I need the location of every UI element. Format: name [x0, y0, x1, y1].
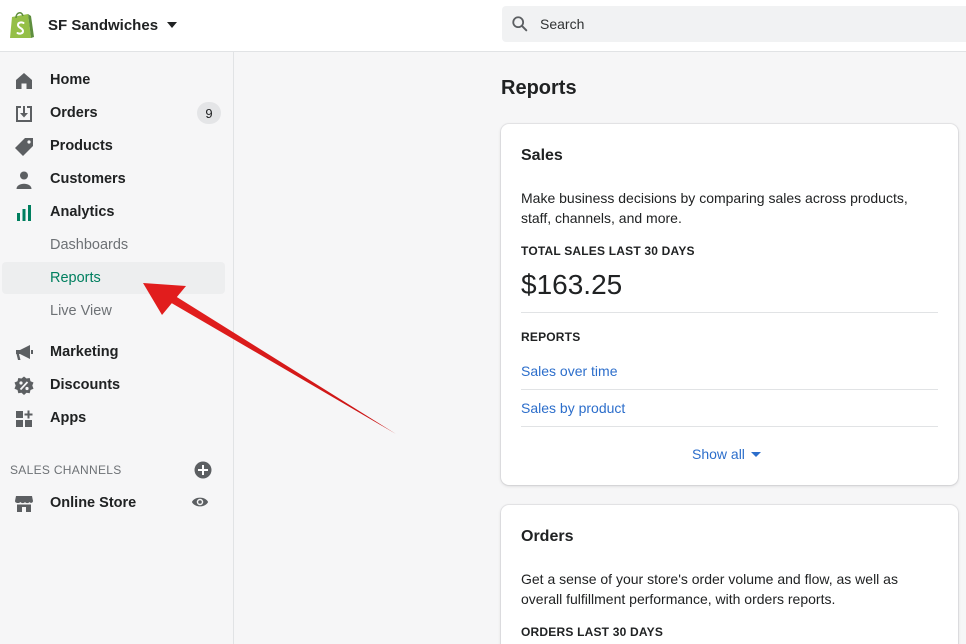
sidebar-item-marketing[interactable]: Marketing [2, 336, 225, 368]
card-description: Get a sense of your store's order volume… [521, 571, 898, 607]
orders-icon [14, 104, 34, 124]
store-icon [14, 494, 34, 514]
sidebar-item-label: Discounts [50, 377, 121, 393]
person-icon [14, 170, 34, 190]
sidebar-item-label: Online Store [50, 495, 137, 511]
sidebar-item-discounts[interactable]: Discounts [2, 369, 225, 401]
top-bar: SF Sandwiches [0, 0, 966, 52]
add-sales-channel-icon[interactable] [194, 461, 212, 479]
orders-count-badge: 9 [197, 102, 221, 124]
search-input[interactable] [538, 15, 938, 33]
divider [521, 426, 938, 427]
store-switcher[interactable]: SF Sandwiches [8, 8, 178, 42]
sidebar-item-label: Reports [50, 270, 101, 286]
sidebar: Home Orders 9 Products Customers Analyti… [0, 52, 234, 644]
orders-report-card: Orders Get a sense of your store's order… [501, 505, 958, 644]
megaphone-icon [14, 343, 34, 363]
sidebar-item-apps[interactable]: Apps [2, 402, 225, 434]
sidebar-item-reports[interactable]: Reports [2, 262, 225, 294]
chevron-down-icon [167, 22, 178, 28]
shopify-logo-icon [10, 12, 34, 38]
card-title: Sales [521, 147, 563, 164]
eye-icon[interactable] [191, 493, 209, 511]
show-all-button[interactable]: Show all [692, 446, 761, 462]
discount-icon [14, 376, 34, 396]
sidebar-item-products[interactable]: Products [2, 130, 225, 162]
sidebar-item-label: Apps [50, 410, 87, 426]
search-bar[interactable] [502, 6, 966, 42]
card-description: Make business decisions by comparing sal… [521, 190, 908, 226]
metric-label: TOTAL SALES LAST 30 DAYS [521, 244, 695, 258]
page-title: Reports [501, 77, 577, 99]
sidebar-item-live-view[interactable]: Live View [2, 295, 225, 327]
sidebar-item-label: Products [50, 138, 113, 154]
search-icon [512, 16, 528, 32]
sales-channels-heading: SALES CHANNELS [10, 463, 122, 477]
card-title: Orders [521, 528, 574, 545]
sidebar-item-label: Analytics [50, 204, 115, 220]
show-all-label: Show all [692, 446, 745, 462]
store-name: SF Sandwiches [48, 16, 159, 34]
bar-chart-icon [14, 203, 34, 223]
sidebar-item-label: Marketing [50, 344, 119, 360]
sales-report-card: Sales Make business decisions by compari… [501, 124, 958, 485]
reports-section-label: REPORTS [521, 330, 581, 344]
sidebar-item-home[interactable]: Home [2, 64, 225, 96]
apps-icon [14, 409, 34, 429]
sidebar-item-label: Live View [50, 303, 112, 319]
sidebar-item-orders[interactable]: Orders 9 [2, 97, 225, 129]
divider [521, 312, 938, 313]
sales-by-product-link[interactable]: Sales by product [521, 400, 625, 416]
sidebar-item-dashboards[interactable]: Dashboards [2, 229, 225, 261]
divider [521, 389, 938, 390]
sales-over-time-link[interactable]: Sales over time [521, 363, 617, 379]
sidebar-item-label: Dashboards [50, 237, 129, 253]
sidebar-item-label: Customers [50, 171, 126, 187]
sidebar-item-label: Orders [50, 105, 98, 121]
sidebar-item-customers[interactable]: Customers [2, 163, 225, 195]
sidebar-item-analytics[interactable]: Analytics [2, 196, 225, 228]
sidebar-item-online-store[interactable]: Online Store [2, 487, 225, 519]
total-sales-value: $163.25 [521, 269, 623, 300]
caret-down-icon [750, 451, 761, 457]
home-icon [14, 71, 34, 91]
sidebar-item-label: Home [50, 72, 91, 88]
tag-icon [14, 137, 34, 157]
metric-label: ORDERS LAST 30 DAYS [521, 625, 664, 639]
